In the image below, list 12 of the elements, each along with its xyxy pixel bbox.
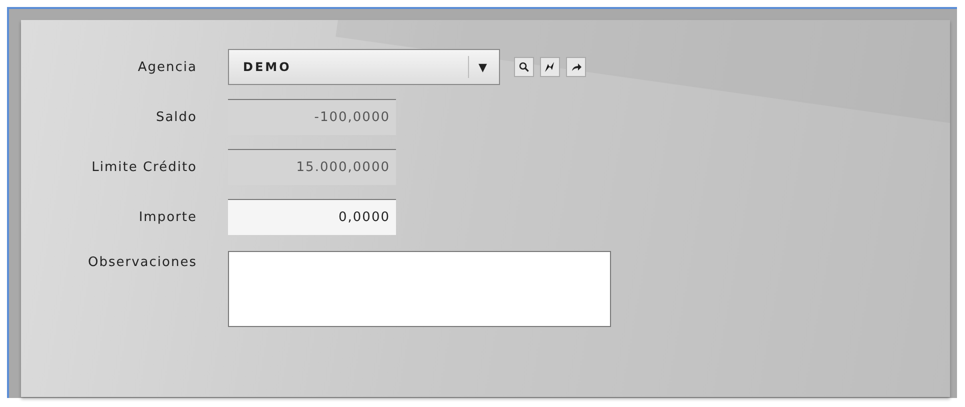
- observations-field[interactable]: [228, 251, 611, 327]
- number-field[interactable]: 15.000,0000: [228, 149, 396, 185]
- field-label: Observaciones: [87, 254, 197, 270]
- number-field[interactable]: -100,0000: [228, 99, 396, 135]
- agency-dropdown[interactable]: DEMO ▼: [228, 49, 500, 85]
- field-label: Limite Crédito: [90, 160, 197, 174]
- field-label: Importe: [138, 210, 197, 224]
- search-icon[interactable]: [514, 57, 534, 77]
- lightning-icon[interactable]: [540, 57, 560, 77]
- field-label: Saldo: [154, 110, 197, 124]
- number-field[interactable]: 0,0000: [228, 199, 396, 235]
- field-label: Agencia: [136, 60, 197, 74]
